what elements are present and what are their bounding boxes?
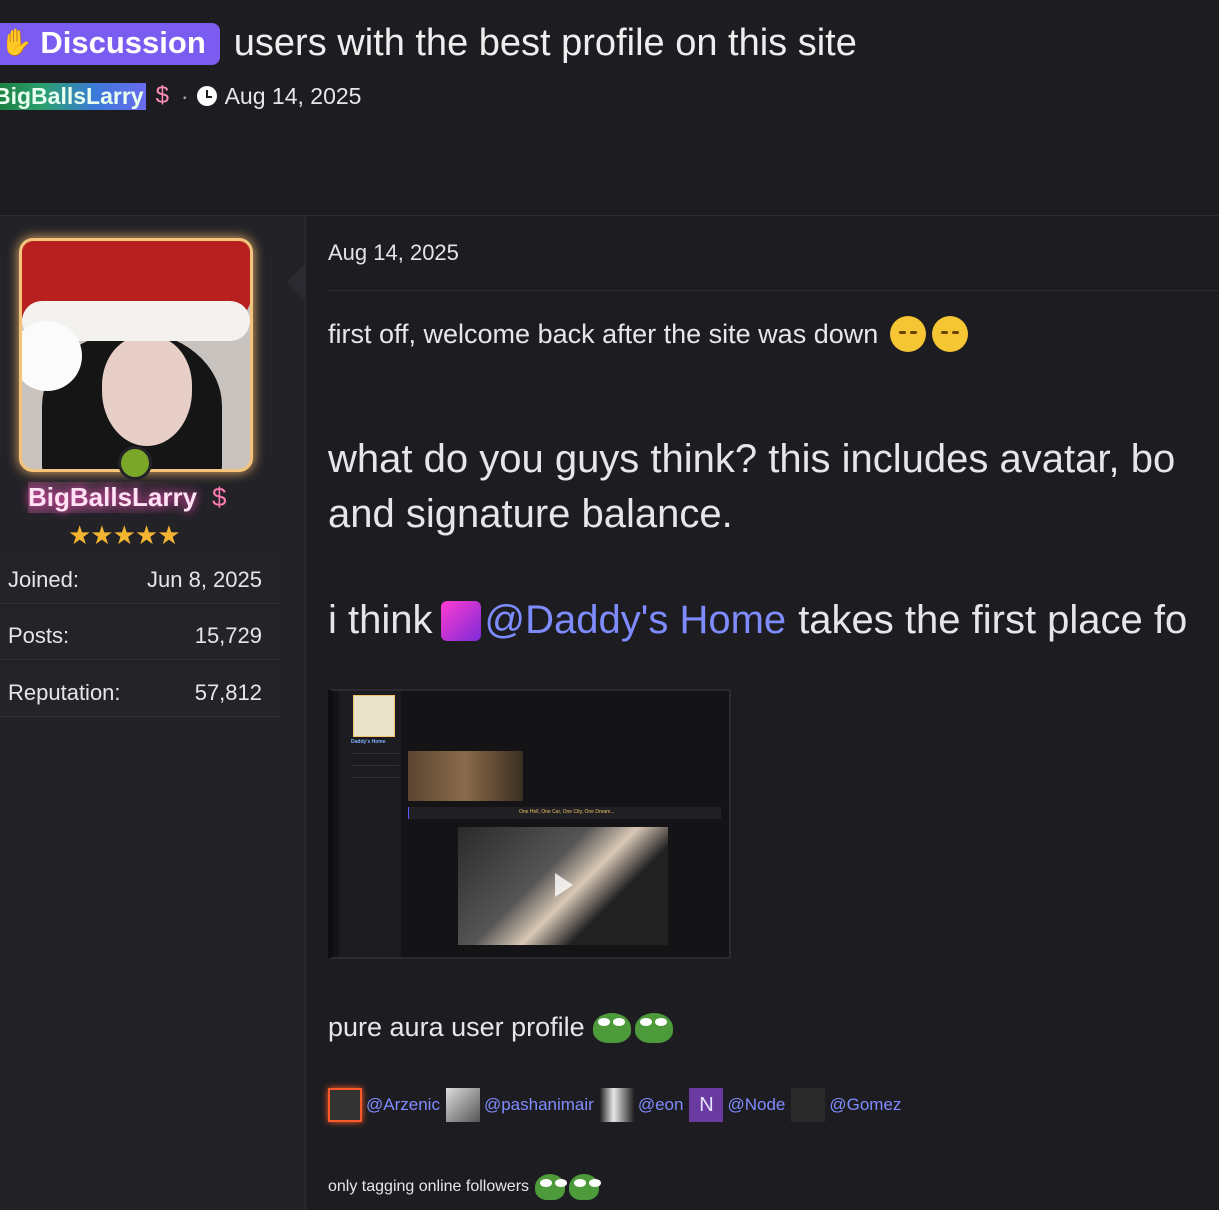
mention-node[interactable]: @Node [727,1095,785,1115]
pepe-icon [535,1174,568,1200]
stat-value: Jun 8, 2025 [147,566,262,592]
thread-header: ✋ Discussion users with the best profile… [0,0,1219,215]
pepe-icon [634,1012,673,1043]
dollar-icon: $ [155,82,169,109]
stat-value: 57,812 [194,679,262,705]
author-username[interactable]: BigBallsLarry [28,482,198,513]
stat-reputation: Reputation: 57,812 [0,669,280,717]
post-opinion: i think @Daddy's Home takes the first pl… [328,598,1187,643]
stat-posts: Posts: 15,729 [0,612,280,660]
post-date[interactable]: Aug 14, 2025 [328,240,459,266]
post: BigBallsLarry $ ★★★★★ Joined: Jun 8, 202… [0,215,1219,1210]
sleeping-face-icon [890,316,927,352]
welcome-text: first off, welcome back after the site w… [328,318,879,349]
post-question: what do you guys think? this includes av… [328,432,1219,542]
question-line-1: what do you guys think? this includes av… [328,437,1176,481]
tag-avatar [791,1088,826,1122]
screenshot-stat-row [351,753,399,754]
tag-avatar [599,1088,634,1122]
tagged-users: @Arzenic @pashanimair @eon N @Node @Gome… [328,1088,907,1122]
stat-label: Joined: [8,566,79,592]
screenshot-banner: One Hell, One Car, One City, One Dream..… [408,807,721,819]
tag-avatar [445,1088,480,1122]
prefix-badge[interactable]: ✋ Discussion [0,22,220,65]
mention-avatar-icon [440,600,481,641]
pepe-icon [592,1012,631,1043]
clock-icon [196,86,217,106]
avatar[interactable] [19,238,253,472]
title-row: ✋ Discussion users with the best profile… [0,22,857,65]
prefix-label: Discussion [40,24,206,60]
thread-date[interactable]: Aug 14, 2025 [225,83,362,110]
question-line-2: and signature balance. [328,492,733,536]
screenshot-stat-row [351,777,399,778]
thread-meta: BigBallsLarry $ · Aug 14, 2025 [0,82,361,110]
author-card: BigBallsLarry $ ★★★★★ Joined: Jun 8, 202… [0,216,306,1210]
online-status-dot [118,446,152,480]
post-footer-note: only tagging online followers [328,1174,602,1200]
stat-joined: Joined: Jun 8, 2025 [0,556,280,604]
screenshot-avatar [353,695,395,737]
screenshot-image [408,751,523,801]
pepe-icon [569,1174,602,1200]
tag-avatar: N [689,1088,724,1122]
screenshot-stat-row [351,765,399,766]
screenshot-username: Daddy's Home [351,739,386,745]
post-aura: pure aura user profile [328,1012,673,1043]
avatar-face [102,336,192,446]
mention-gomez[interactable]: @Gomez [829,1095,901,1115]
sleeping-face-icon [932,316,969,352]
opinion-prefix: i think [328,598,433,642]
meta-separator: · [180,82,189,109]
thread-author-link[interactable]: BigBallsLarry [0,82,146,110]
mention-pashanimair[interactable]: @pashanimair [484,1095,594,1115]
thread-title: users with the best profile on this site [233,22,857,64]
hand-icon: ✋ [0,27,33,57]
attached-screenshot[interactable]: Daddy's Home One Hell, One Car, One City… [328,689,731,959]
stat-label: Posts: [8,622,70,648]
stat-value: 15,729 [194,622,262,648]
post-content: Aug 14, 2025 first off, welcome back aft… [306,216,1219,1210]
dollar-icon: $ [212,482,227,512]
divider [328,290,1219,291]
mention-arzenic[interactable]: @Arzenic [366,1095,440,1115]
tag-avatar [328,1088,362,1122]
screenshot-banner-text: One Hell, One Car, One City, One Dream..… [519,809,615,815]
play-icon [555,873,573,897]
post-arrow [287,264,305,300]
footer-note-text: only tagging online followers [328,1178,530,1195]
screenshot-sidebar: Daddy's Home [339,691,401,957]
stat-label: Reputation: [8,679,121,705]
opinion-suffix: takes the first place fo [798,598,1188,642]
rating-stars: ★★★★★ [68,520,181,550]
aura-text: pure aura user profile [328,1012,585,1042]
post-line-welcome: first off, welcome back after the site w… [328,316,969,352]
mention-eon[interactable]: @eon [638,1095,684,1115]
mention-daddys-home[interactable]: @Daddy's Home [485,598,787,643]
